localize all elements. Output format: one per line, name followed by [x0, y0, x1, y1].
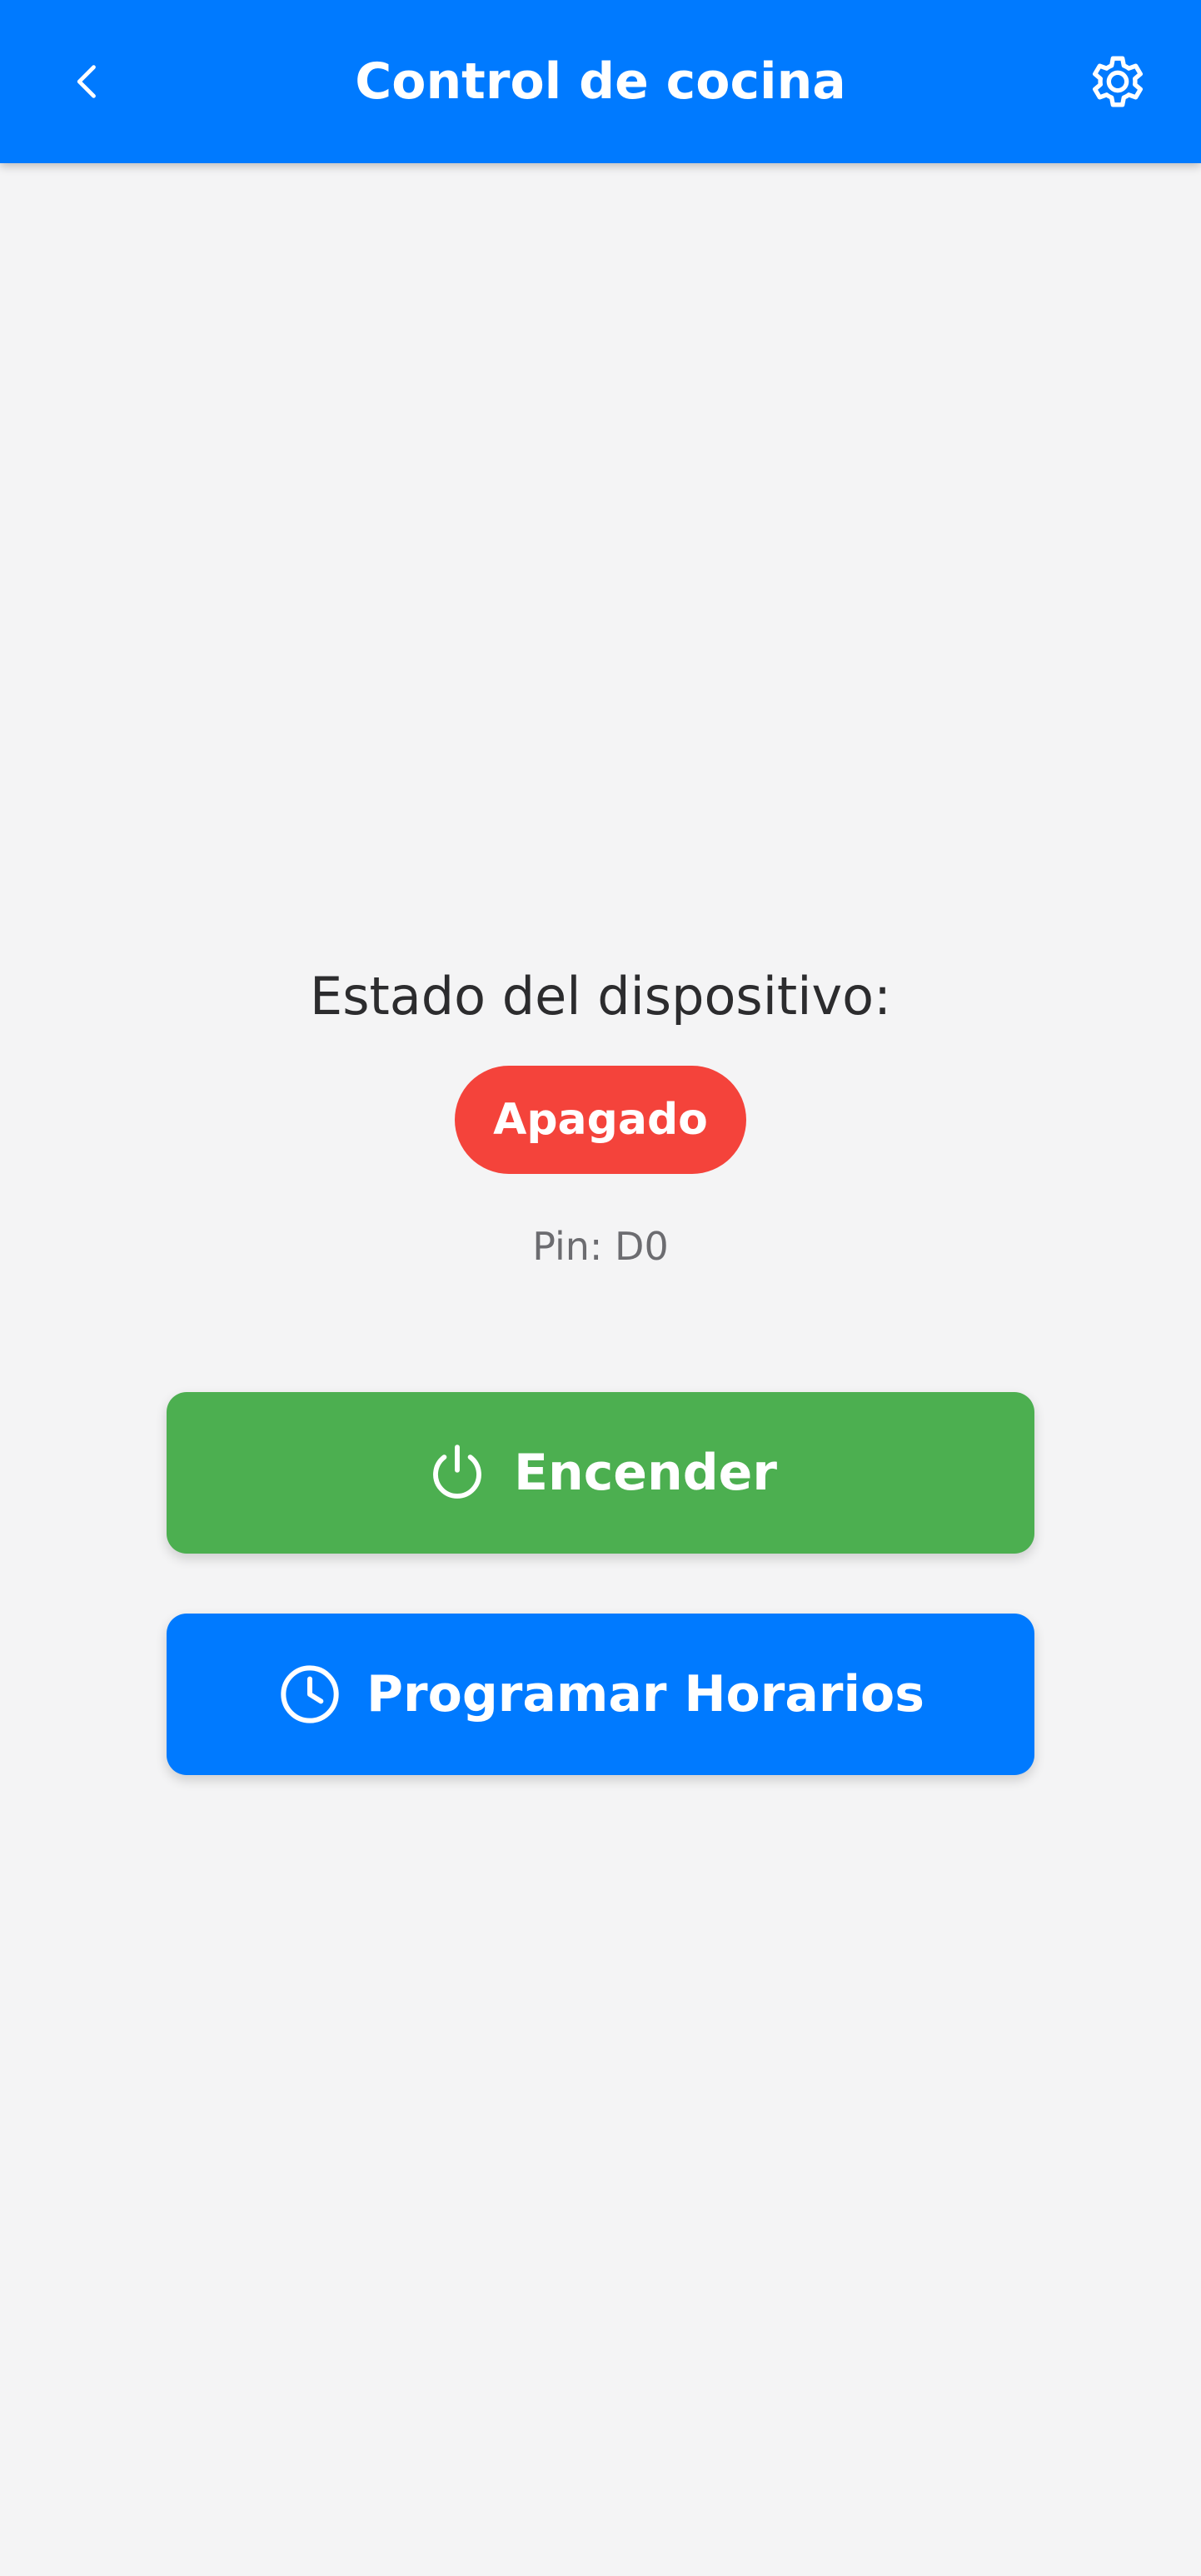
power-icon: [424, 1440, 491, 1506]
gear-icon: [1093, 56, 1143, 107]
back-button[interactable]: [47, 40, 130, 123]
app-header: Control de cocina: [0, 0, 1201, 163]
page-title: Control de cocina: [355, 52, 846, 111]
power-on-button[interactable]: Encender: [167, 1392, 1034, 1554]
settings-button[interactable]: [1074, 38, 1161, 125]
app-root: Control de cocina Estado del dispositivo…: [0, 0, 1201, 2576]
device-status-label: Estado del dispositivo:: [310, 966, 891, 1027]
status-badge: Apagado: [455, 1066, 746, 1174]
pin-label: Pin: D0: [532, 1224, 669, 1269]
schedule-label: Programar Horarios: [366, 1665, 924, 1723]
power-on-label: Encender: [514, 1444, 777, 1502]
chevron-left-icon: [77, 65, 96, 98]
clock-icon: [277, 1661, 343, 1728]
schedule-button[interactable]: Programar Horarios: [167, 1614, 1034, 1775]
